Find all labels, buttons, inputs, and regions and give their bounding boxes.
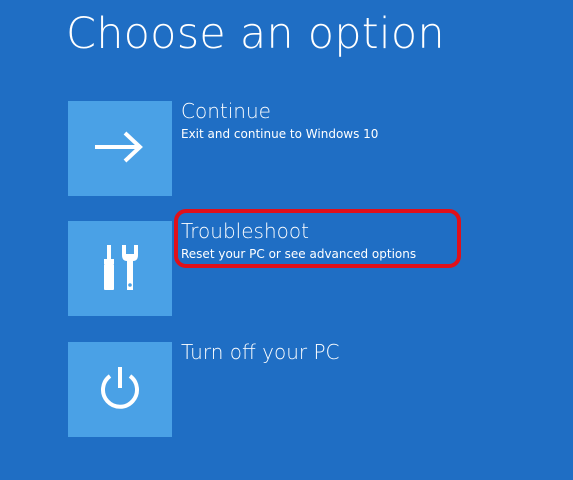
continue-option[interactable]: Continue Exit and continue to Windows 10 [68,99,508,196]
tools-icon [100,241,140,297]
troubleshoot-option[interactable]: Troubleshoot Reset your PC or see advanc… [68,219,508,316]
continue-description: Exit and continue to Windows 10 [181,127,379,141]
continue-label: Continue [181,99,271,123]
troubleshoot-label: Troubleshoot [181,219,309,243]
turn-off-label: Turn off your PC [181,340,340,364]
turn-off-tile[interactable] [68,342,172,437]
page-title: Choose an option [66,9,445,59]
arrow-right-icon [94,130,146,168]
power-icon [95,363,145,417]
continue-tile[interactable] [68,101,172,196]
troubleshoot-tile[interactable] [68,221,172,316]
turn-off-option[interactable]: Turn off your PC [68,340,508,437]
troubleshoot-description: Reset your PC or see advanced options [181,247,417,261]
